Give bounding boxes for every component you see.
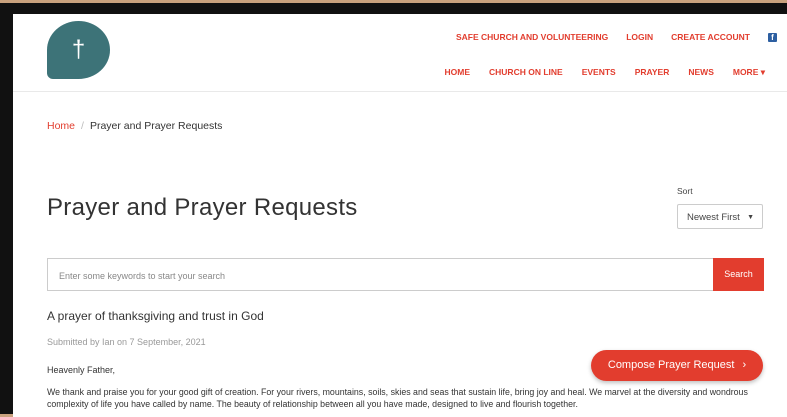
nav-events[interactable]: EVENTS: [582, 67, 616, 78]
sort-select[interactable]: Newest First ▼: [677, 204, 763, 229]
nav-link-create-account[interactable]: CREATE ACCOUNT: [671, 32, 750, 42]
page-title: Prayer and Prayer Requests: [47, 194, 358, 221]
sort-value: Newest First: [687, 212, 740, 223]
post-meta: Submitted by Ian on 7 September, 2021: [47, 337, 206, 347]
window-frame: † SAFE CHURCH AND VOLUNTEERING LOGIN CRE…: [0, 3, 787, 417]
sort-label: Sort: [677, 186, 693, 196]
breadcrumb-current: Prayer and Prayer Requests: [89, 120, 223, 132]
chevron-right-icon: ›: [742, 359, 747, 371]
nav-prayer[interactable]: PRAYER: [635, 67, 670, 78]
main-nav: HOME CHURCH ON LINE EVENTS PRAYER NEWS M…: [445, 67, 765, 78]
breadcrumb-home[interactable]: Home: [47, 120, 75, 132]
nav-more[interactable]: MORE ▾: [733, 67, 765, 78]
top-nav: SAFE CHURCH AND VOLUNTEERING LOGIN CREAT…: [456, 32, 777, 42]
web-page: † SAFE CHURCH AND VOLUNTEERING LOGIN CRE…: [13, 14, 787, 417]
breadcrumb: Home / Prayer and Prayer Requests: [47, 120, 222, 132]
facebook-icon[interactable]: f: [768, 32, 777, 42]
post-greeting: Heavenly Father,: [47, 365, 116, 375]
header-divider: [13, 91, 787, 92]
post-title[interactable]: A prayer of thanksgiving and trust in Go…: [47, 309, 264, 323]
post-body: We thank and praise you for your good gi…: [47, 387, 748, 409]
compose-label: Compose Prayer Request: [607, 359, 735, 371]
nav-home[interactable]: HOME: [445, 67, 471, 78]
nav-link-safe-church[interactable]: SAFE CHURCH AND VOLUNTEERING: [456, 32, 608, 42]
cross-icon: †: [71, 36, 86, 63]
compose-prayer-request-button[interactable]: Compose Prayer Request ›: [591, 350, 763, 381]
search-input[interactable]: Enter some keywords to start your search: [47, 258, 713, 291]
nav-church-online[interactable]: CHURCH ON LINE: [489, 67, 563, 78]
church-logo[interactable]: †: [47, 21, 110, 79]
caret-down-icon: ▼: [747, 214, 754, 221]
search-button[interactable]: Search: [713, 258, 764, 291]
nav-news[interactable]: NEWS: [688, 67, 714, 78]
breadcrumb-separator: /: [81, 120, 84, 132]
nav-link-login[interactable]: LOGIN: [626, 32, 653, 42]
